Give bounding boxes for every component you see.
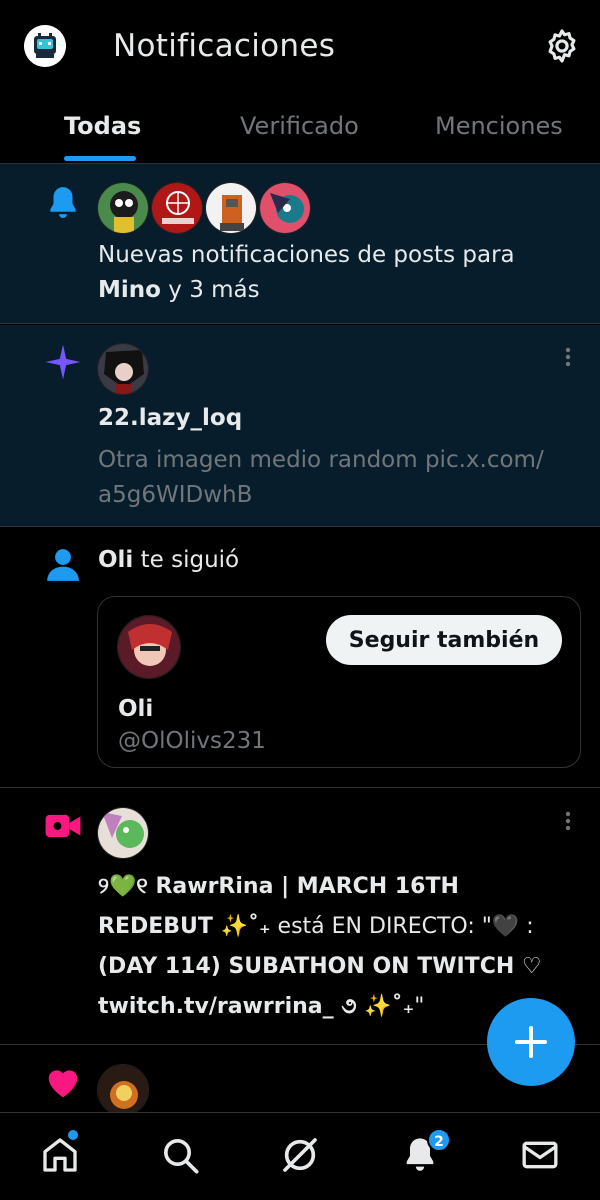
- home-unread-dot: [68, 1130, 78, 1140]
- post-author[interactable]: 22.lazy_loq: [98, 405, 242, 431]
- follower-name[interactable]: Oli: [98, 547, 133, 573]
- bell-icon: [44, 184, 82, 222]
- notification-text: Oli te siguió: [98, 543, 570, 578]
- compose-post-button[interactable]: [487, 998, 575, 1086]
- plus-icon: [515, 1026, 547, 1058]
- notification-count-badge: 2: [427, 1128, 451, 1152]
- live-title-line: REDEBUT ✨˚₊: [98, 914, 271, 939]
- card-handle: @OlOlivs231: [118, 728, 266, 754]
- notification-text: 22.lazy_loq: [98, 401, 570, 436]
- notification-row-posts[interactable]: Nuevas notificaciones de posts para Mino…: [0, 164, 600, 324]
- sparkle-icon: [44, 343, 82, 381]
- video-camera-icon: [44, 807, 82, 845]
- avatar[interactable]: [97, 343, 149, 395]
- avatar[interactable]: [97, 807, 149, 859]
- top-bar: Notificaciones: [0, 0, 600, 92]
- live-title-line: (DAY 114) SUBATHON ON TWITCH ♡: [98, 954, 542, 979]
- bottom-navigation: [0, 1112, 600, 1200]
- active-tab-indicator: [64, 156, 136, 161]
- avatar[interactable]: [117, 615, 181, 679]
- page-title: Notificaciones: [113, 28, 336, 64]
- mail-icon[interactable]: [520, 1135, 560, 1175]
- home-icon[interactable]: [40, 1135, 80, 1175]
- follow-back-button[interactable]: Seguir también: [326, 615, 562, 665]
- person-icon: [44, 546, 82, 584]
- search-icon[interactable]: [160, 1135, 200, 1175]
- profile-avatar[interactable]: [24, 25, 66, 67]
- avatar[interactable]: [97, 1064, 149, 1116]
- post-text: Otra imagen medio random pic.x.com/ a5g6…: [98, 443, 570, 513]
- notification-text: Nuevas notificaciones de posts para Mino…: [98, 238, 570, 308]
- tab-verificado[interactable]: Verificado: [240, 112, 359, 140]
- live-title-line: ୨💚୧ RawrRina | MARCH 16TH: [98, 874, 459, 899]
- notification-prefix: Nuevas notificaciones de posts para: [98, 242, 515, 268]
- avatar[interactable]: [259, 182, 311, 234]
- grok-icon[interactable]: [280, 1135, 320, 1175]
- tab-todas[interactable]: Todas: [64, 112, 141, 140]
- notification-row-recommended[interactable]: 22.lazy_loq Otra imagen medio random pic…: [0, 325, 600, 527]
- post-text-line: Otra imagen medio random pic.x.com/: [98, 447, 544, 473]
- avatar[interactable]: [151, 182, 203, 234]
- settings-gear-icon[interactable]: [543, 27, 581, 65]
- avatar[interactable]: [205, 182, 257, 234]
- avatar[interactable]: [97, 182, 149, 234]
- heart-icon: [44, 1064, 82, 1102]
- live-status-text: está EN DIRECTO: "🖤 :: [270, 914, 534, 939]
- more-options-icon[interactable]: [560, 345, 576, 375]
- tab-menciones[interactable]: Menciones: [435, 112, 563, 140]
- follow-user-card[interactable]: Seguir también Oli @OlOlivs231: [97, 596, 581, 768]
- notification-suffix: y 3 más: [168, 277, 260, 303]
- follow-action: te siguió: [140, 547, 240, 573]
- notification-tabs: Todas Verificado Menciones: [0, 96, 600, 164]
- live-quote-end: ": [414, 994, 425, 1019]
- live-link[interactable]: twitch.tv/rawrrina_ ૭ ✨˚₊: [98, 994, 414, 1019]
- post-text-line: a5g6WIDwhB: [98, 482, 253, 508]
- notification-name: Mino: [98, 277, 161, 303]
- more-options-icon[interactable]: [560, 809, 576, 839]
- card-display-name[interactable]: Oli: [118, 696, 153, 722]
